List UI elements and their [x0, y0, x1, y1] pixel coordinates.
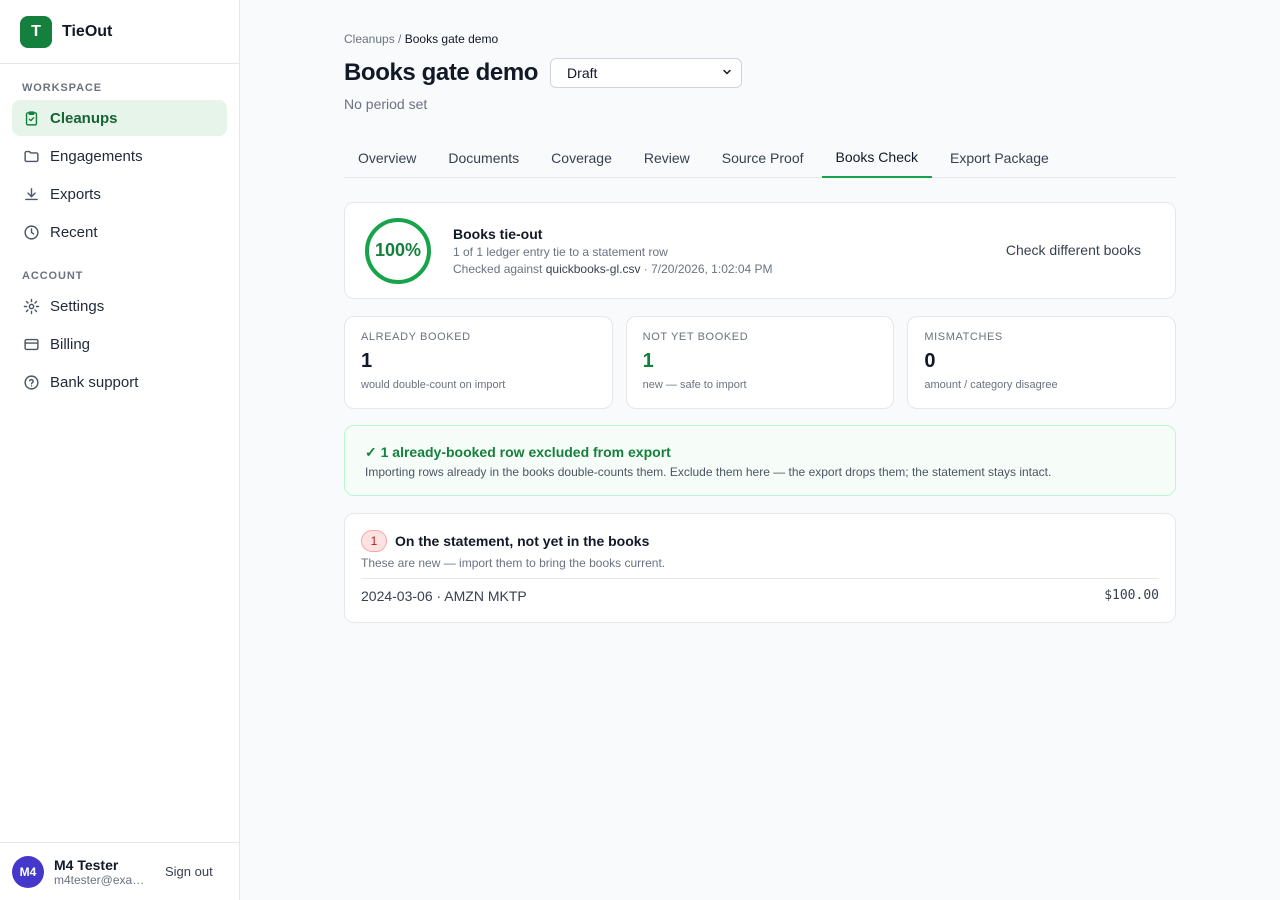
period-text: No period set	[344, 96, 428, 112]
help-circle-icon	[22, 373, 40, 391]
tab-bar: Overview Documents Coverage Review Sourc…	[344, 138, 1176, 178]
sidebar-item-exports[interactable]: Exports	[12, 176, 227, 212]
stats-row: ALREADY BOOKED 1 would double-count on i…	[344, 316, 1177, 409]
row-description: 2024-03-06 · AMZN MKTP	[361, 587, 527, 604]
unbooked-title: On the statement, not yet in the books	[395, 533, 650, 549]
sidebar-item-label: Bank support	[50, 373, 139, 391]
main-content: Cleanups / Books gate demo Books gate de…	[344, 0, 1177, 623]
avatar[interactable]: M4	[12, 855, 44, 888]
brand: T TieOut	[0, 0, 239, 64]
count-badge: 1	[361, 530, 387, 552]
clipboard-check-icon	[22, 109, 40, 127]
workspace-section-label: WORKSPACE	[22, 82, 103, 94]
stat-label: ALREADY BOOKED	[361, 331, 471, 343]
books-file-name: quickbooks-gl.csv	[545, 261, 641, 276]
tieout-summary: 1 of 1 ledger entry tie to a statement r…	[453, 244, 668, 259]
unbooked-subtitle: These are new — import them to bring the…	[361, 556, 666, 570]
tab-overview[interactable]: Overview	[344, 138, 430, 178]
sidebar-item-engagements[interactable]: Engagements	[12, 138, 227, 174]
tab-documents[interactable]: Documents	[434, 138, 533, 178]
tieout-progress-ring: 100%	[365, 217, 431, 284]
excluded-rows-banner: ✓ 1 already-booked row excluded from exp…	[344, 425, 1176, 496]
checked-timestamp: · 7/20/2026, 1:02:04 PM	[643, 261, 773, 276]
workspace-nav: Cleanups Engagements Exports Recent	[0, 100, 239, 250]
sidebar-item-settings[interactable]: Settings	[12, 288, 227, 324]
app-name: TieOut	[62, 22, 113, 40]
user-email: m4tester@example.com	[54, 872, 150, 887]
stat-label: NOT YET BOOKED	[642, 331, 749, 343]
stat-note: would double-count on import	[361, 379, 506, 391]
user-info: M4 Tester m4tester@example.com	[54, 857, 150, 887]
banner-title: ✓ 1 already-booked row excluded from exp…	[365, 444, 671, 460]
app-logo[interactable]: T	[20, 15, 52, 48]
tab-coverage[interactable]: Coverage	[537, 138, 626, 178]
tab-review[interactable]: Review	[630, 138, 704, 178]
tieout-card: 100% Books tie-out 1 of 1 ledger entry t…	[344, 202, 1176, 299]
gear-icon	[22, 297, 40, 315]
tieout-details: Books tie-out 1 of 1 ledger entry tie to…	[453, 226, 773, 276]
tieout-checked-line: Checked against quickbooks-gl.csv · 7/20…	[453, 262, 773, 276]
sidebar: T TieOut WORKSPACE Cleanups Engagements …	[0, 0, 240, 900]
user-bar: M4 M4 Tester m4tester@example.com Sign o…	[0, 842, 239, 900]
sidebar-item-bank-support[interactable]: Bank support	[12, 364, 227, 400]
page-title: Books gate demo	[344, 59, 539, 86]
stat-already-booked: ALREADY BOOKED 1 would double-count on i…	[344, 316, 613, 409]
tab-books-check[interactable]: Books Check	[821, 138, 932, 178]
stat-label: MISMATCHES	[924, 331, 1003, 343]
sidebar-item-label: Engagements	[50, 147, 143, 165]
stat-mismatches: MISMATCHES 0 amount / category disagree	[907, 316, 1177, 409]
stat-note: new — safe to import	[642, 379, 747, 391]
unbooked-rows-card: 1 On the statement, not yet in the books…	[344, 513, 1176, 623]
status-select-value: Draft	[567, 65, 598, 81]
status-select[interactable]: Draft	[550, 58, 743, 88]
stat-value: 0	[924, 350, 936, 372]
checked-prefix: Checked against	[453, 261, 543, 276]
account-section-label: ACCOUNT	[22, 270, 84, 282]
sidebar-item-label: Recent	[50, 223, 98, 241]
sidebar-item-label: Billing	[50, 335, 91, 353]
check-different-books-button[interactable]: Check different books	[1006, 242, 1141, 258]
breadcrumb-current: Books gate demo	[404, 32, 499, 46]
download-icon	[22, 185, 40, 203]
breadcrumb-parent-link[interactable]: Cleanups	[344, 32, 395, 46]
breadcrumb: Cleanups / Books gate demo	[344, 32, 1176, 46]
unbooked-header: 1 On the statement, not yet in the books	[361, 530, 1159, 552]
sidebar-item-label: Exports	[50, 185, 101, 203]
credit-card-icon	[22, 335, 40, 353]
sidebar-item-billing[interactable]: Billing	[12, 326, 227, 362]
tab-export-package[interactable]: Export Package	[936, 138, 1063, 178]
breadcrumb-separator: /	[398, 32, 402, 46]
stat-value: 1	[642, 350, 654, 372]
clock-icon	[22, 223, 40, 241]
list-item[interactable]: 2024-03-06 · AMZN MKTP $100.00	[361, 578, 1159, 612]
stat-note: amount / category disagree	[924, 379, 1058, 391]
tieout-title: Books tie-out	[453, 225, 543, 242]
row-amount: $100.00	[1104, 588, 1159, 603]
sidebar-item-label: Settings	[50, 297, 105, 315]
stat-value: 1	[361, 350, 373, 372]
user-name: M4 Tester	[54, 856, 119, 873]
sign-out-button[interactable]: Sign out	[165, 864, 213, 879]
stat-not-yet-booked: NOT YET BOOKED 1 new — safe to import	[625, 316, 895, 409]
sidebar-item-recent[interactable]: Recent	[12, 214, 227, 250]
banner-text: Importing rows already in the books doub…	[365, 465, 1052, 479]
account-nav: Settings Billing Bank support	[0, 288, 239, 400]
sidebar-item-label: Cleanups	[50, 109, 118, 127]
tab-source-proof[interactable]: Source Proof	[708, 138, 818, 178]
sidebar-item-cleanups[interactable]: Cleanups	[12, 100, 227, 136]
folder-icon	[22, 147, 40, 165]
title-row: Books gate demo Draft	[344, 58, 1176, 88]
chevron-down-icon	[721, 65, 733, 81]
